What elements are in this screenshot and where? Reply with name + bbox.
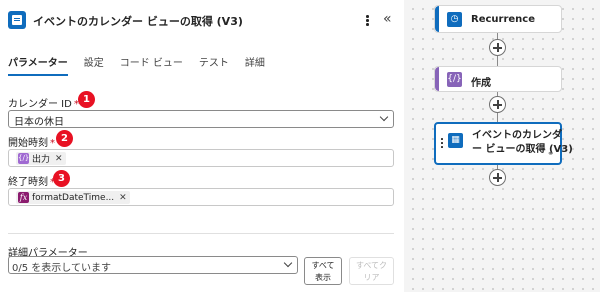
token-label: formatDateTime... — [32, 192, 115, 203]
start-time-input[interactable]: {/} 出力 ✕ — [8, 149, 394, 167]
callout-badge-1: 1 — [78, 91, 95, 108]
clock-icon: ◷ — [447, 12, 462, 27]
node-label: イベントのカレンダ ー ビューの取得 (V3) — [472, 130, 573, 155]
drag-handle-icon[interactable] — [441, 138, 445, 148]
compose-icon: {/} — [18, 153, 30, 164]
flow-node-compose[interactable]: {/} 作成 — [434, 66, 562, 92]
tab-testing[interactable]: テスト — [199, 56, 229, 76]
link-icon: ⚭ — [547, 149, 554, 158]
start-time-token[interactable]: {/} 出力 ✕ — [16, 152, 66, 165]
divider — [8, 233, 394, 234]
flow-node-recurrence[interactable]: ◷ Recurrence — [434, 5, 562, 33]
chevron-down-icon — [379, 112, 389, 122]
remove-token-icon[interactable]: ✕ — [119, 193, 127, 203]
add-step-button[interactable] — [489, 96, 506, 113]
node-label: Recurrence — [471, 14, 536, 25]
node-accent-bar — [435, 67, 439, 91]
connector-line — [497, 56, 498, 66]
add-step-button[interactable] — [489, 169, 506, 186]
token-label: 出力 — [32, 155, 51, 165]
connector-line — [497, 113, 498, 122]
end-time-token[interactable]: fx formatDateTime... ✕ — [16, 191, 130, 204]
required-marker: * — [50, 138, 55, 149]
panel-title: イベントのカレンダー ビューの取得 (V3) — [33, 15, 243, 28]
advanced-parameters-dropdown[interactable]: 0/5 を表示しています — [8, 256, 298, 274]
calendar-id-label: カレンダー ID * — [8, 99, 79, 110]
advanced-parameters-value: 0/5 を表示しています — [12, 263, 111, 274]
tab-settings[interactable]: 設定 — [84, 56, 104, 76]
tab-parameters[interactable]: パラメーター — [8, 56, 68, 76]
add-step-button[interactable] — [489, 39, 506, 56]
fx-icon: fx — [18, 192, 29, 203]
flow-node-get-calendar-view[interactable]: ▦ イベントのカレンダ ー ビューの取得 (V3) ⚭ — [434, 122, 573, 165]
collapse-panel-icon[interactable]: « — [383, 11, 392, 27]
node-accent-bar — [435, 6, 439, 32]
outlook-calendar-icon — [8, 11, 26, 29]
callout-badge-2: 2 — [56, 130, 73, 147]
action-details-panel: イベントのカレンダー ビューの取得 (V3) « パラメーター 設定 コード ビ… — [0, 0, 404, 292]
tab-about[interactable]: 詳細 — [245, 56, 265, 76]
end-time-label: 終了時刻 * — [8, 177, 55, 188]
clear-all-button: すべてク リア — [349, 257, 394, 285]
more-options-icon[interactable] — [362, 11, 372, 29]
flow-designer-canvas[interactable]: ◷ Recurrence {/} 作成 ▦ イベントのカレンダ ー ビューの取得… — [404, 0, 600, 292]
show-all-button[interactable]: すべて 表示 — [304, 257, 342, 285]
panel-header: イベントのカレンダー ビューの取得 (V3) « — [0, 0, 404, 40]
remove-token-icon[interactable]: ✕ — [55, 154, 63, 164]
panel-tabs: パラメーター 設定 コード ビュー テスト 詳細 — [8, 56, 281, 78]
callout-badge-3: 3 — [53, 170, 70, 187]
tab-code-view[interactable]: コード ビュー — [120, 56, 183, 76]
outlook-calendar-icon: ▦ — [448, 133, 463, 148]
calendar-id-dropdown[interactable]: 日本の休日 — [8, 110, 394, 128]
start-time-label: 開始時刻 * — [8, 138, 55, 149]
chevron-down-icon — [283, 258, 293, 268]
node-label: 作成 — [471, 78, 491, 89]
calendar-id-value: 日本の休日 — [14, 117, 64, 128]
compose-icon: {/} — [447, 72, 462, 87]
end-time-input[interactable]: fx formatDateTime... ✕ — [8, 188, 394, 206]
